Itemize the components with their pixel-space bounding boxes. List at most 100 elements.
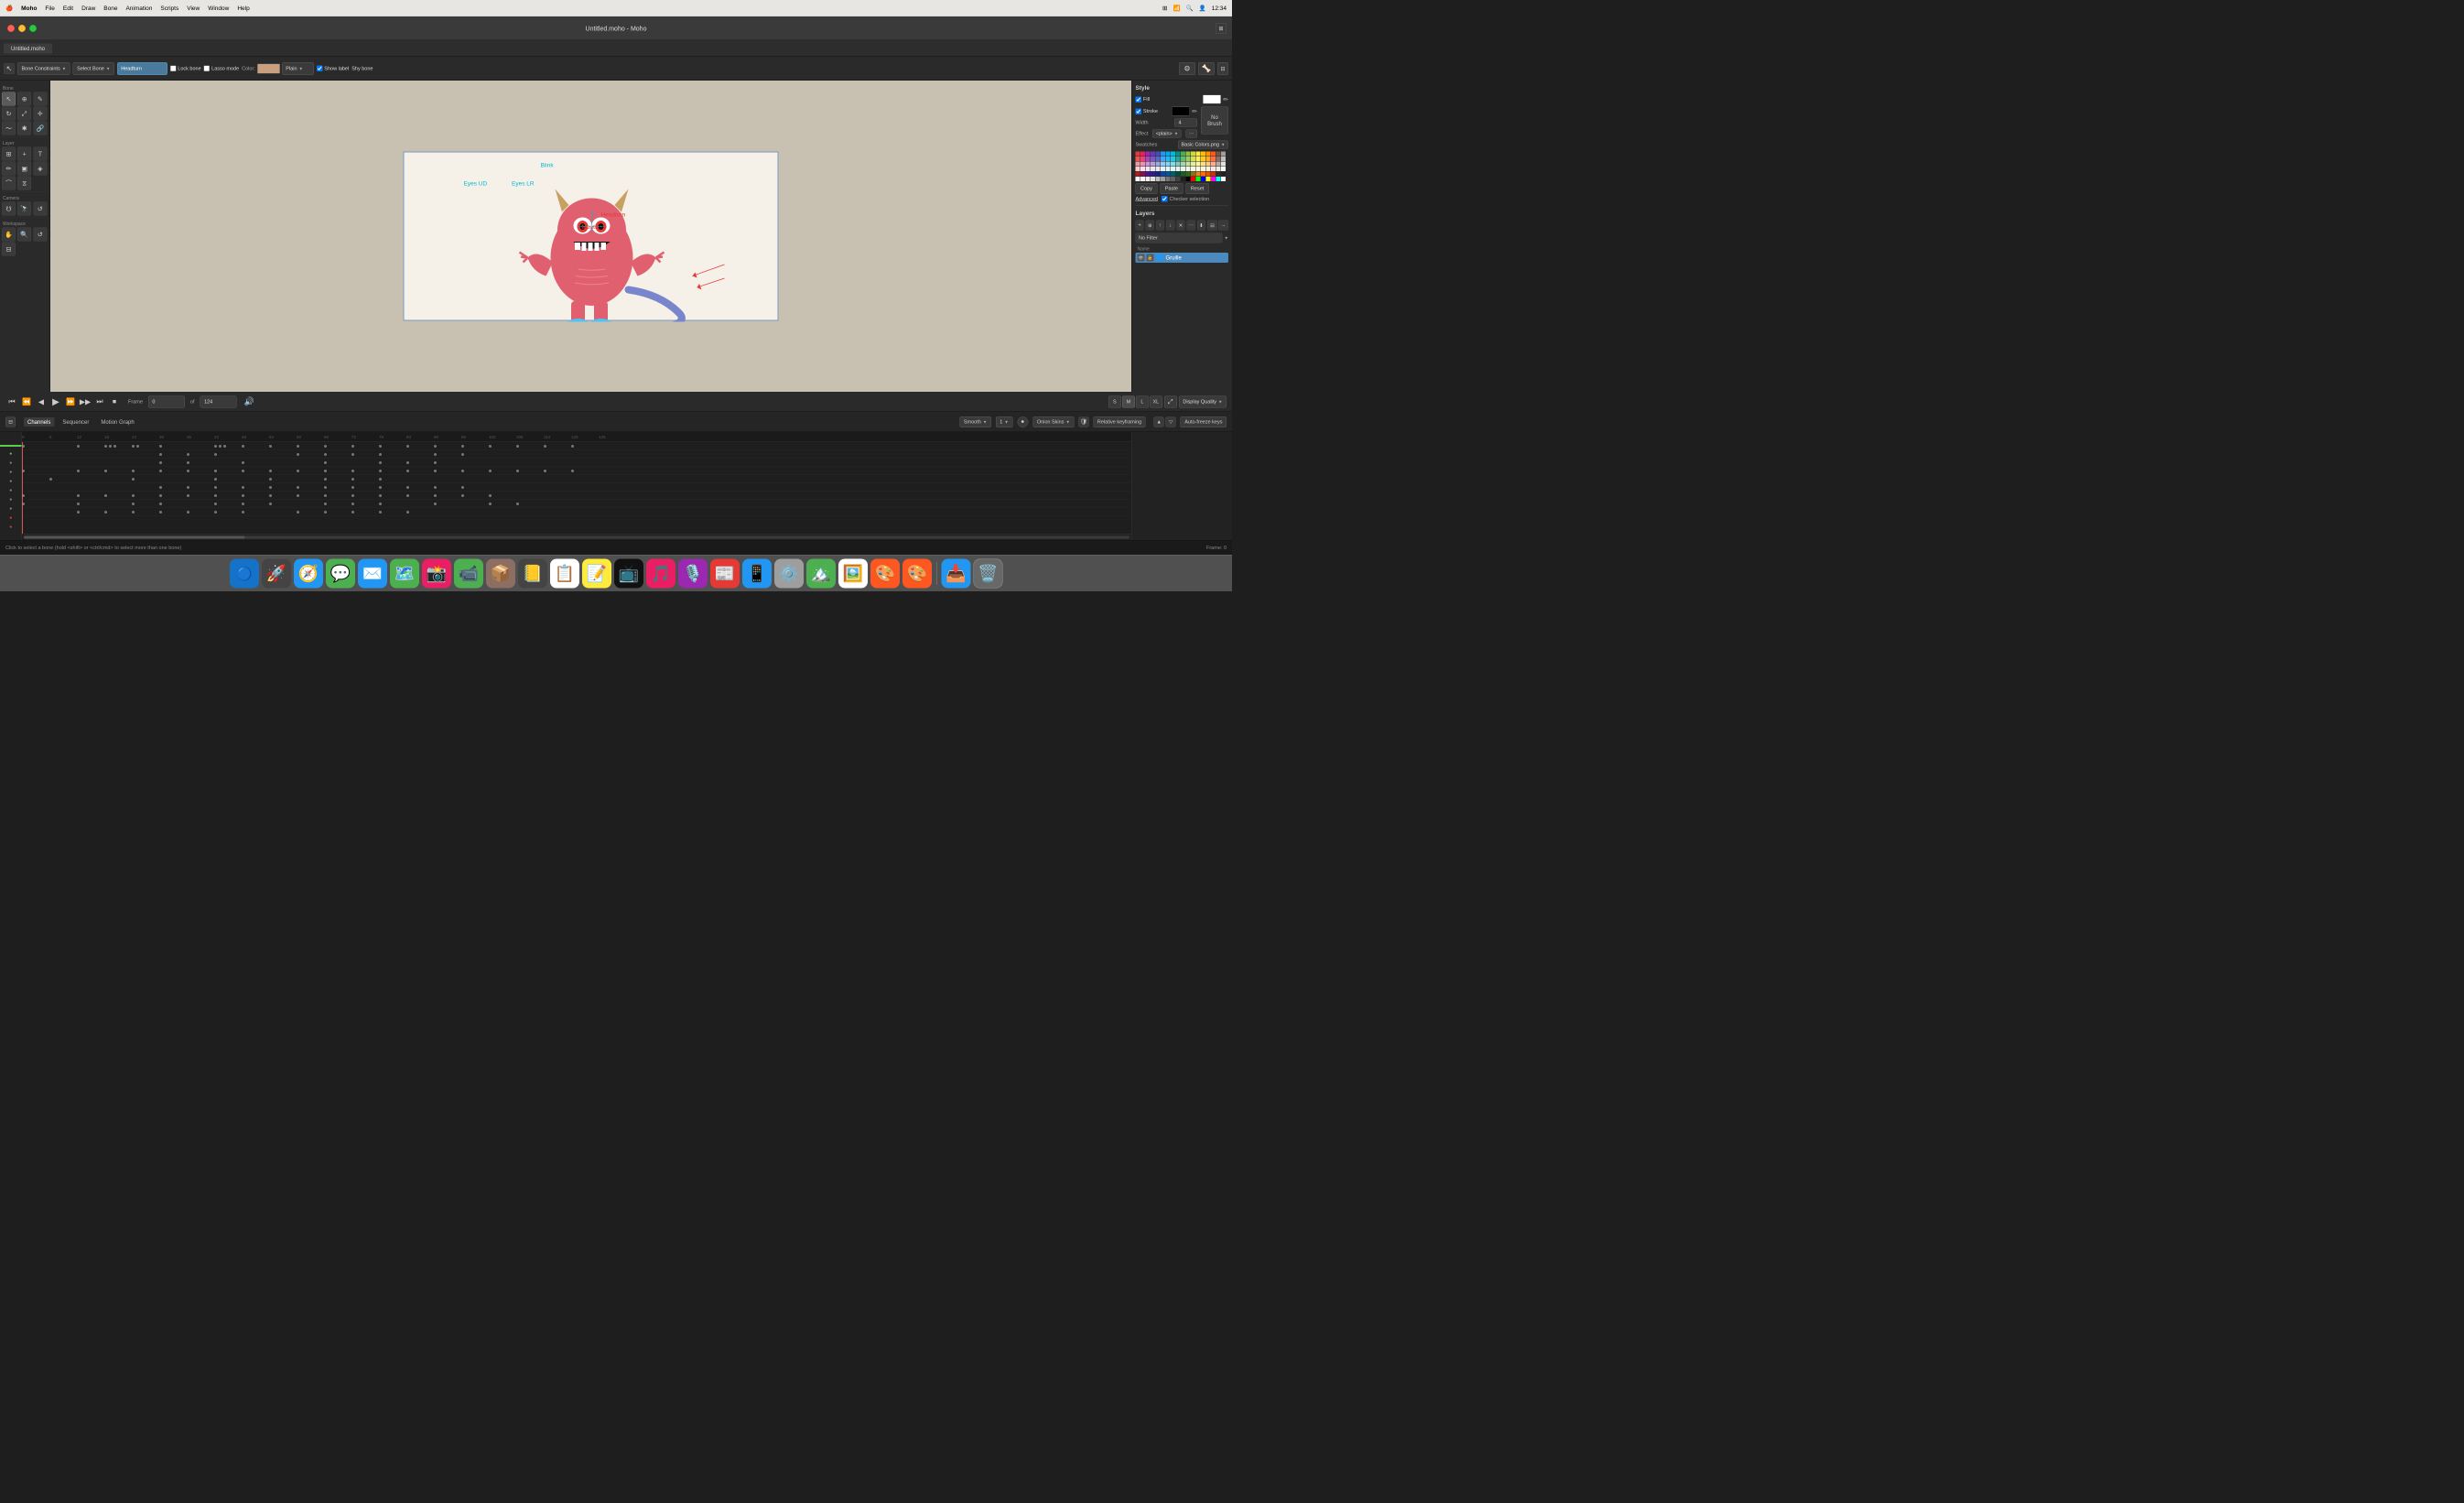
color-swatch-87[interactable] (1211, 172, 1216, 177)
dock-altsync[interactable]: 🏔️ (806, 558, 836, 588)
keyframe-dot[interactable] (214, 494, 217, 497)
color-swatch-82[interactable] (1186, 172, 1191, 177)
keyframe-dot[interactable] (159, 503, 162, 505)
color-swatch-54[interactable] (1136, 167, 1140, 171)
checker-checkbox[interactable] (1162, 196, 1168, 202)
keyframe-dot[interactable] (159, 445, 162, 448)
keyframe-dot[interactable] (77, 445, 80, 448)
workspace-zoom-tool[interactable]: 🔍 (17, 228, 31, 242)
stroke-check[interactable]: Stroke (1136, 108, 1158, 114)
keyframe-dot[interactable] (77, 494, 80, 497)
color-swatch-48[interactable] (1196, 162, 1201, 167)
lock-bone-checkbox[interactable] (170, 66, 177, 72)
window-menu[interactable]: Window (208, 5, 229, 12)
color-swatch-41[interactable] (1161, 162, 1165, 167)
show-label-checkbox[interactable] (317, 66, 323, 72)
color-swatch-43[interactable] (1171, 162, 1175, 167)
layer-text-tool[interactable]: T (33, 147, 47, 161)
draw-menu[interactable]: Draw (81, 5, 95, 12)
color-swatch-91[interactable] (1140, 177, 1145, 181)
color-swatch-4[interactable] (1156, 152, 1161, 157)
color-swatch-36[interactable] (1136, 162, 1140, 167)
ch-icon-7[interactable]: ● (4, 504, 18, 513)
animation-menu[interactable]: Animation (125, 5, 152, 12)
add-bone-tool[interactable]: ⊕ (17, 92, 31, 106)
smooth-select[interactable]: Smooth▼ (959, 416, 990, 427)
keyframe-dot[interactable] (406, 486, 409, 489)
color-swatch-56[interactable] (1146, 167, 1151, 171)
keyframe-dot[interactable] (406, 445, 409, 448)
color-swatch-24[interactable] (1166, 157, 1171, 161)
dock-notes[interactable]: 📒 (518, 558, 547, 588)
color-swatch-16[interactable] (1216, 152, 1221, 157)
keyframe-dot[interactable] (324, 494, 327, 497)
play-loop-btn[interactable]: ⏩ (64, 395, 77, 408)
color-swatch-60[interactable] (1166, 167, 1171, 171)
keyframe-dot[interactable] (269, 470, 272, 472)
keyframe-dot[interactable] (324, 461, 327, 464)
color-swatch-19[interactable] (1140, 157, 1145, 161)
keyframe-dot[interactable] (489, 445, 492, 448)
keyframe-dot[interactable] (214, 470, 217, 472)
keyframe-dot[interactable] (379, 486, 382, 489)
ch-icon-5[interactable]: ● (4, 486, 18, 494)
view-xl-btn[interactable]: XL (1150, 395, 1162, 407)
dock-launchpad[interactable]: 🚀 (262, 558, 291, 588)
keyframe-dot[interactable] (461, 486, 464, 489)
keyframe-dot[interactable] (159, 494, 162, 497)
keyframe-dot[interactable] (434, 453, 437, 456)
keyframe-dot[interactable] (104, 470, 107, 472)
keyframe-dot[interactable] (214, 453, 217, 456)
display-quality-select[interactable]: Display Quality▼ (1179, 395, 1227, 407)
bone-icon[interactable]: 🦴 (1198, 62, 1215, 75)
color-swatch-46[interactable] (1186, 162, 1191, 167)
layer-curve-tool[interactable]: ⌒ (2, 177, 16, 190)
color-swatch-27[interactable] (1181, 157, 1185, 161)
keyframe-dot[interactable] (461, 470, 464, 472)
color-swatch-79[interactable] (1171, 172, 1175, 177)
workspace-reset-tool[interactable]: ↺ (33, 228, 47, 242)
camera-zoom-tool[interactable]: 🔭 (17, 202, 31, 216)
dock-mail[interactable]: ✉️ (358, 558, 387, 588)
color-swatch-62[interactable] (1176, 167, 1181, 171)
fill-color-swatch[interactable] (1203, 95, 1221, 104)
keyframe-dot[interactable] (132, 478, 135, 481)
color-swatch-25[interactable] (1171, 157, 1175, 161)
view-large-btn[interactable]: L (1136, 395, 1149, 407)
ch-icon-6[interactable]: ● (4, 495, 18, 503)
keyframe-dot[interactable] (516, 445, 519, 448)
color-swatch-57[interactable] (1151, 167, 1155, 171)
keyframe-dot[interactable] (351, 486, 354, 489)
color-swatch-70[interactable] (1216, 167, 1221, 171)
keyframe-dot[interactable] (297, 470, 299, 472)
color-swatch-58[interactable] (1156, 167, 1161, 171)
view-small-btn[interactable]: S (1108, 395, 1121, 407)
keyframe-dot[interactable] (324, 453, 327, 456)
color-swatch-21[interactable] (1151, 157, 1155, 161)
color-swatch-34[interactable] (1216, 157, 1221, 161)
headturn-input[interactable]: Headturn (117, 62, 168, 75)
color-swatch-9[interactable] (1181, 152, 1185, 157)
effect-select[interactable]: <plain> ▼ (1152, 130, 1182, 138)
color-swatch-80[interactable] (1176, 172, 1181, 177)
ik-tool[interactable]: 🔗 (33, 122, 47, 135)
color-swatch-72[interactable] (1136, 172, 1140, 177)
panel-layout-icon[interactable]: ⊟ (1217, 62, 1228, 75)
dock-finder[interactable]: 🔵 (230, 558, 259, 588)
prev-key-btn[interactable]: ◀ (35, 395, 48, 408)
keyframe-dot[interactable] (136, 445, 139, 448)
keyframe-dot[interactable] (379, 478, 382, 481)
dock-moho-1[interactable]: 🎨 (870, 558, 900, 588)
keyframe-dot[interactable] (297, 445, 299, 448)
keyframe-dot[interactable] (242, 461, 244, 464)
keyframe-dot[interactable] (242, 470, 244, 472)
dock-preview[interactable]: 🖼️ (838, 558, 868, 588)
color-swatch-47[interactable] (1191, 162, 1195, 167)
layers-view-icon[interactable]: ⊟ (1207, 221, 1217, 231)
effect-more-btn[interactable]: ··· (1185, 130, 1197, 138)
lasso-mode-check[interactable]: Lasso mode (204, 66, 239, 72)
color-swatch-33[interactable] (1211, 157, 1216, 161)
keyframe-dot[interactable] (242, 511, 244, 514)
keyframe-dot[interactable] (324, 511, 327, 514)
color-swatch-53[interactable] (1221, 162, 1226, 167)
